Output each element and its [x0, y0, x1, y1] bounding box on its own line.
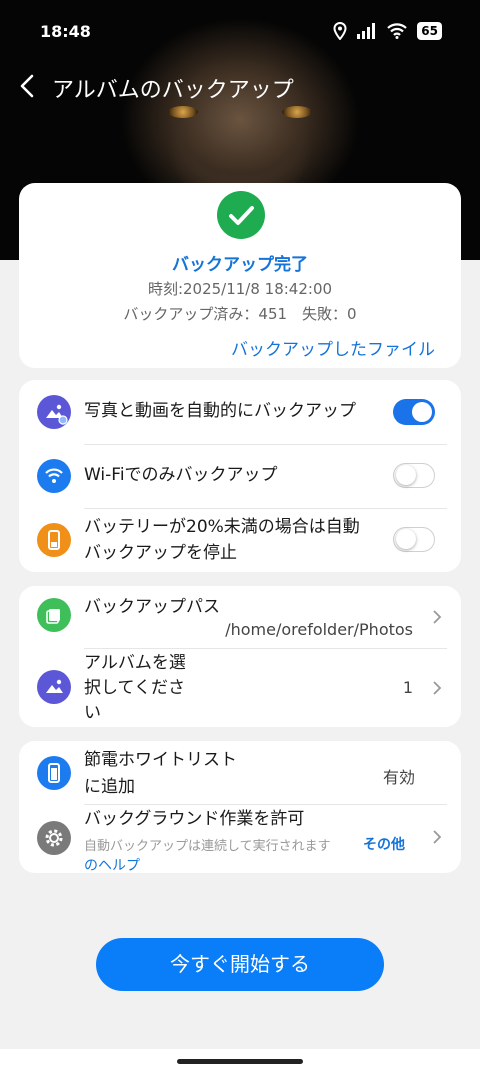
- app-header: アルバムのバックアップ: [0, 64, 480, 108]
- location-icon: [333, 22, 347, 40]
- toggle-knob: [396, 529, 416, 549]
- status-icons: 65: [333, 22, 442, 40]
- wifi-only-label: Wi-Fiでのみバックアップ: [84, 465, 278, 485]
- background-work-description: 自動バックアップは連続して実行されます: [84, 839, 331, 854]
- wifi-only-toggle[interactable]: [393, 463, 435, 488]
- auto-backup-label: 写真と動画を自動的にバックアップ: [84, 401, 356, 421]
- chevron-right-icon: [433, 681, 442, 695]
- navigation-bar: [0, 1049, 480, 1077]
- backup-complete-icon: [217, 191, 265, 239]
- wifi-only-row[interactable]: Wi-Fiでのみバックアップ: [19, 444, 461, 508]
- auto-backup-toggle[interactable]: [393, 399, 435, 425]
- signal-icon: [357, 23, 376, 39]
- backup-path-label: バックアップパス: [84, 597, 220, 617]
- folder-icon: [37, 598, 71, 632]
- battery-stop-label-line1: バッテリーが20%未満の場合は自動: [84, 517, 360, 537]
- wifi-setting-icon: [37, 459, 71, 493]
- power-whitelist-row[interactable]: 節電ホワイトリスト に追加 有効: [19, 741, 461, 804]
- photos-video-icon: [37, 395, 71, 429]
- power-whitelist-label-line2: に追加: [84, 777, 135, 797]
- power-settings-card: 節電ホワイトリスト に追加 有効 バックグラウンド作業を許可 自動バックアップは…: [19, 741, 461, 875]
- more-help-link-part2[interactable]: のヘルプ: [84, 855, 140, 875]
- album-select-label-line3: い: [84, 703, 101, 723]
- backup-settings-card: 写真と動画を自動的にバックアップ Wi-Fiでのみバックアップ バッテリーが20…: [19, 380, 461, 572]
- backup-count: バックアップ済み：451 失敗：0: [123, 305, 357, 323]
- toggle-knob: [396, 465, 416, 485]
- power-whitelist-value: 有効: [382, 768, 415, 787]
- toggle-knob: [412, 402, 432, 422]
- backup-status-card: バックアップ完了 時刻:2025/11/8 18:42:00 バックアップ済み：…: [19, 183, 461, 368]
- chevron-right-icon: [433, 830, 442, 844]
- wifi-icon: [387, 23, 408, 39]
- battery-phone-icon: [37, 523, 71, 557]
- album-icon: [37, 670, 71, 704]
- power-whitelist-label-line1: 節電ホワイトリスト: [84, 750, 237, 770]
- backup-path-card: バックアップパス /home/orefolder/Photos アルバムを選 択…: [19, 586, 461, 727]
- battery-stop-row[interactable]: バッテリーが20%未満の場合は自動 バックアップを停止: [19, 508, 461, 572]
- chevron-right-icon: [433, 610, 442, 624]
- battery-stop-toggle[interactable]: [393, 527, 435, 552]
- auto-backup-row[interactable]: 写真と動画を自動的にバックアップ: [19, 380, 461, 444]
- page-title: アルバムのバックアップ: [52, 78, 294, 103]
- background-work-label: バックグラウンド作業を許可: [84, 809, 305, 829]
- back-arrow-icon[interactable]: [16, 70, 44, 102]
- backup-path-row[interactable]: バックアップパス /home/orefolder/Photos: [19, 586, 461, 648]
- backup-complete-title: バックアップ完了: [172, 255, 308, 275]
- backup-time: 時刻:2025/11/8 18:42:00: [147, 280, 333, 298]
- background-work-row[interactable]: バックグラウンド作業を許可 自動バックアップは連続して実行されます その他 のヘ…: [19, 804, 461, 875]
- album-select-row[interactable]: アルバムを選 択してくださ い 1: [19, 648, 461, 727]
- album-count: 1: [402, 678, 413, 697]
- status-bar: 18:48 65: [0, 0, 480, 64]
- more-help-link-part1[interactable]: その他: [363, 834, 405, 854]
- battery-saver-icon: [37, 756, 71, 790]
- album-select-label-line1: アルバムを選: [84, 653, 186, 673]
- album-select-label-line2: 択してくださ: [84, 678, 185, 698]
- backup-path-value: /home/orefolder/Photos: [225, 620, 413, 639]
- home-indicator[interactable]: [177, 1059, 303, 1064]
- status-time: 18:48: [40, 22, 91, 41]
- gear-icon: [37, 821, 71, 855]
- battery-indicator: 65: [417, 22, 442, 40]
- start-now-button[interactable]: 今すぐ開始する: [96, 938, 384, 991]
- backed-up-files-link[interactable]: バックアップしたファイル: [231, 335, 435, 360]
- battery-stop-label-line2: バックアップを停止: [84, 543, 237, 563]
